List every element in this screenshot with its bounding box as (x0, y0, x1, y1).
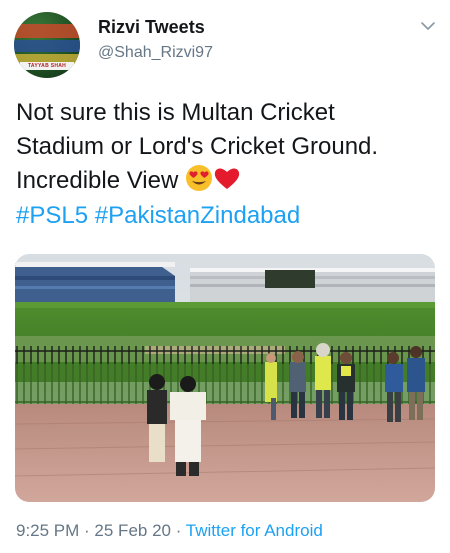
tweet-client-link[interactable]: Twitter for Android (186, 521, 323, 540)
avatar-banner-text: TAYYAB SHAH (20, 62, 74, 70)
red-heart-icon (214, 168, 240, 189)
tweet-line: Incredible View (16, 164, 436, 198)
stadium-image (15, 254, 435, 502)
tweet-photo[interactable] (15, 254, 435, 502)
smiling-face-with-heart-eyes-icon (186, 165, 212, 191)
author-name[interactable]: Rizvi Tweets (98, 17, 205, 38)
tweet-text: Not sure this is Multan Cricket Stadium … (16, 96, 436, 198)
chevron-down-icon[interactable] (420, 20, 436, 32)
hashtag-psl5[interactable]: #PSL5 (16, 202, 88, 229)
tweet-date[interactable]: 25 Feb 20 (94, 521, 171, 540)
hashtag-pakistanzindabad[interactable]: #PakistanZindabad (95, 202, 300, 229)
tweet-time[interactable]: 9:25 PM (16, 521, 79, 540)
avatar-graphic (14, 24, 80, 38)
hashtags: #PSL5 #PakistanZindabad (16, 200, 300, 232)
tweet-meta: 9:25 PM · 25 Feb 20 · Twitter for Androi… (16, 521, 323, 541)
tweet-line: Not sure this is Multan Cricket (16, 99, 335, 126)
avatar[interactable]: TAYYAB SHAH (14, 12, 80, 78)
separator: · (170, 521, 186, 540)
author-handle[interactable]: @Shah_Rizvi97 (98, 44, 213, 62)
tweet-line-text: Incredible View (16, 167, 179, 194)
separator: · (79, 521, 95, 540)
avatar-graphic (14, 40, 80, 52)
tweet-line: Stadium or Lord's Cricket Ground. (16, 133, 379, 160)
